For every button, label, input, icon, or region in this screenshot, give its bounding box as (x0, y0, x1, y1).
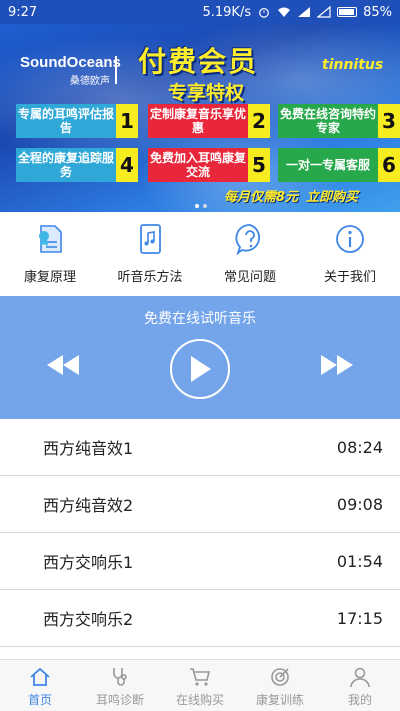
track-name: 西方交响乐2 (43, 610, 134, 629)
quick-nav-label: 关于我们 (323, 270, 376, 285)
bottom-nav-label: 在线购买 (175, 693, 224, 707)
wifi-icon (278, 7, 291, 17)
buy-now-link[interactable]: 立即购买 (306, 190, 358, 205)
track-row[interactable]: 西方交响乐1 01:54 (0, 533, 400, 590)
promo-text: 每月仅需8元 立即购买 (224, 186, 358, 205)
music-player: 免费在线试听音乐 (0, 296, 400, 419)
person-icon (350, 667, 370, 688)
track-duration: 09:08 (336, 494, 383, 514)
track-list: 西方纯音效1 08:24 西方纯音效2 09:08 西方交响乐1 01:54 西… (0, 419, 400, 647)
music-note-icon (140, 224, 161, 254)
quick-nav-rehab-principle[interactable]: 康复原理 (0, 212, 100, 296)
track-name: 西方纯音效2 (43, 496, 134, 515)
benefit-item: 免费在线咨询特约专家 3 (278, 104, 400, 138)
track-duration: 08:24 (336, 437, 383, 457)
battery-icon (337, 7, 358, 17)
track-row[interactable]: 西方纯音效1 08:24 (0, 419, 400, 476)
carousel-dot (203, 204, 207, 208)
banner-subtitle: 专享特权 (168, 82, 245, 104)
benefit-number: 6 (378, 148, 400, 182)
target-icon (271, 668, 289, 686)
bottom-nav-home[interactable]: 首页 (0, 660, 80, 711)
quick-nav-about-us[interactable]: 关于我们 (300, 212, 400, 296)
quick-nav-faq[interactable]: 常见问题 (200, 212, 300, 296)
bottom-nav: 首页 耳鸣诊断 在线购买 康复训练 我的 (0, 659, 400, 711)
bottom-nav-training[interactable]: 康复训练 (240, 660, 320, 711)
brand-divider (115, 56, 117, 84)
bottom-nav-label: 我的 (347, 693, 372, 707)
benefit-item: 专属的耳鸣评估报告 1 (16, 104, 138, 138)
signal-icon (298, 7, 311, 17)
benefit-item: 一对一专属客服 6 (278, 148, 400, 182)
bottom-nav-shop[interactable]: 在线购买 (160, 660, 240, 711)
brand-subtitle: 桑德欧声 (70, 76, 110, 87)
quick-nav-label: 常见问题 (223, 270, 276, 285)
benefit-label: 免费在线咨询特约专家 (278, 104, 378, 138)
benefit-label: 免费加入耳鸣康复交流 (148, 148, 248, 182)
status-time: 9:27 (8, 4, 38, 20)
play-icon (191, 356, 211, 382)
benefit-number: 1 (116, 104, 138, 138)
brand-logo: SoundOceans (20, 54, 121, 71)
carousel-dot (195, 204, 199, 208)
banner-tag: tinnitus (322, 57, 384, 73)
fast-forward-icon[interactable] (320, 354, 354, 376)
alarm-icon (259, 7, 269, 18)
bottom-nav-diagnosis[interactable]: 耳鸣诊断 (80, 660, 160, 711)
bottom-nav-label: 首页 (27, 693, 52, 707)
quick-nav-label: 康复原理 (23, 270, 76, 285)
question-icon (235, 224, 260, 256)
track-row[interactable]: 西方交响乐2 17:15 (0, 590, 400, 647)
track-duration: 01:54 (336, 551, 383, 571)
home-icon (30, 667, 50, 686)
certificate-icon (39, 225, 62, 253)
info-icon (336, 225, 364, 253)
benefit-item: 全程的康复追踪服务 4 (16, 148, 138, 182)
bottom-nav-profile[interactable]: 我的 (320, 660, 400, 711)
promo-price: 每月仅需8元 (224, 190, 299, 205)
track-name: 西方纯音效1 (43, 439, 134, 458)
stethoscope-icon (113, 668, 127, 686)
benefit-label: 定制康复音乐享优惠 (148, 104, 248, 138)
benefit-label: 全程的康复追踪服务 (16, 148, 116, 182)
benefit-number: 2 (248, 104, 270, 138)
benefit-label: 专属的耳鸣评估报告 (16, 104, 116, 138)
signal-icon-2 (317, 6, 331, 18)
track-row[interactable]: 西方纯音效2 09:08 (0, 476, 400, 533)
bottom-nav-label: 康复训练 (255, 693, 304, 707)
quick-nav-label: 听音乐方法 (117, 270, 183, 285)
benefit-number: 5 (248, 148, 270, 182)
carousel-dots (195, 204, 207, 208)
benefit-number: 4 (116, 148, 138, 182)
play-button[interactable] (170, 339, 230, 399)
cart-icon (190, 668, 211, 686)
status-bar: 9:27 5.19K/s 85% (0, 0, 400, 24)
track-duration: 17:15 (336, 608, 383, 628)
benefit-item: 免费加入耳鸣康复交流 5 (148, 148, 270, 182)
network-speed: 5.19K/s (202, 4, 252, 20)
player-title: 免费在线试听音乐 (144, 311, 256, 327)
banner-title: 付费会员 (138, 45, 259, 78)
quick-nav: 康复原理 听音乐方法 常见问题 关于我们 (0, 212, 400, 296)
bottom-nav-label: 耳鸣诊断 (95, 693, 144, 707)
benefit-item: 定制康复音乐享优惠 2 (148, 104, 270, 138)
battery-level: 85% (363, 4, 392, 20)
membership-banner[interactable]: SoundOceans 桑德欧声 付费会员 专享特权 tinnitus 专属的耳… (0, 24, 400, 212)
quick-nav-listening-method[interactable]: 听音乐方法 (100, 212, 200, 296)
benefit-number: 3 (378, 104, 400, 138)
track-name: 西方交响乐1 (43, 553, 134, 572)
benefit-label: 一对一专属客服 (278, 148, 378, 182)
rewind-icon[interactable] (46, 354, 80, 376)
